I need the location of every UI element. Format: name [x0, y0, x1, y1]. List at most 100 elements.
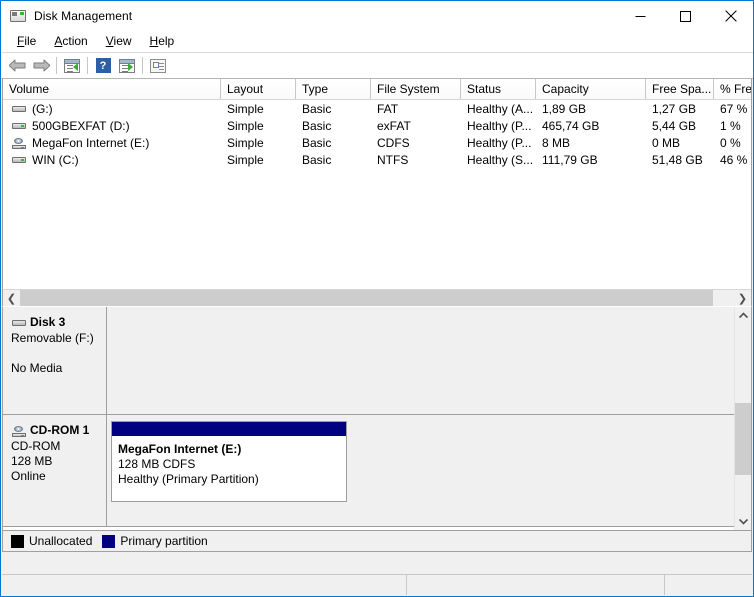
- forward-arrow-icon[interactable]: [29, 55, 53, 77]
- show-hide-action-pane-icon[interactable]: [115, 55, 139, 77]
- drive-icon: [11, 317, 27, 329]
- disk-title: Disk 3: [30, 315, 66, 329]
- volume-cell-percent_free: 67 %: [720, 101, 748, 116]
- partition-box[interactable]: MegaFon Internet (E:) 128 MB CDFS Healthy …: [111, 421, 347, 502]
- disk-management-window: Disk Management File Action View Help ? …: [0, 0, 754, 597]
- volume-cell-layout: Simple: [227, 135, 264, 150]
- partition-info: MegaFon Internet (E:) 128 MB CDFS Healthy …: [112, 436, 346, 501]
- volume-cell-capacity: 465,74 GB: [542, 118, 600, 133]
- menu-bar: File Action View Help: [1, 31, 753, 53]
- scroll-right-button[interactable]: ❯: [734, 290, 751, 306]
- disk-drive-icon: [10, 8, 26, 24]
- volume-cell-type: Basic: [302, 152, 332, 167]
- disk-partition-area: [107, 307, 734, 414]
- menu-action[interactable]: Action: [45, 32, 96, 51]
- disk-row[interactable]: CD-ROM 1 CD-ROM 128 MB Online MegaFon Intern…: [3, 415, 734, 527]
- toolbar-separator: [56, 57, 57, 74]
- disk-title-row: Disk 3: [11, 315, 106, 330]
- status-cell: [2, 575, 407, 595]
- volume-cell-file_system: FAT: [377, 101, 399, 116]
- column-header-status[interactable]: Status: [461, 79, 536, 99]
- horizontal-scrollbar[interactable]: ❮ ❯: [3, 289, 751, 306]
- volume-cell-free_space: 5,44 GB: [652, 118, 697, 133]
- partition-name: MegaFon Internet (E:): [118, 442, 242, 456]
- volume-row[interactable]: 500GBEXFAT (D:) Simple Basic exFAT Healthy (…: [3, 117, 751, 134]
- legend-item: Unallocated: [11, 534, 92, 548]
- close-button[interactable]: [708, 1, 753, 31]
- disk-line2: Removable (F:): [11, 331, 94, 345]
- menu-file-label: ile: [24, 34, 37, 48]
- volume-cell-status: Healthy (P...: [467, 118, 532, 133]
- legend-bar: Unallocated Primary partition: [2, 530, 752, 552]
- disk-partition-area: MegaFon Internet (E:) 128 MB CDFS Healthy …: [107, 415, 734, 526]
- cdrom-icon: [11, 425, 27, 437]
- scroll-down-button[interactable]: [735, 513, 751, 530]
- legend-label: Unallocated: [29, 534, 93, 548]
- volume-label: (G:): [32, 101, 53, 116]
- volume-cell-layout: Simple: [227, 118, 264, 133]
- help-icon[interactable]: ?: [91, 55, 115, 77]
- drive-icon: [11, 103, 27, 115]
- volume-list-pane: Volume Layout Type File System Status Capacit…: [2, 79, 752, 306]
- drive-online-icon: [11, 120, 27, 132]
- volume-label: 500GBEXFAT (D:): [32, 118, 130, 133]
- disk-header[interactable]: CD-ROM 1 CD-ROM 128 MB Online: [3, 415, 107, 526]
- disk-row[interactable]: Disk 3 Removable (F:) No Media: [3, 307, 734, 415]
- volume-cell-type: Basic: [302, 101, 332, 116]
- volume-row[interactable]: MegaFon Internet (E:) Simple Basic CDFS Heal…: [3, 134, 751, 151]
- column-header-layout[interactable]: Layout: [221, 79, 296, 99]
- volume-cell-capacity: 1,89 GB: [542, 101, 587, 116]
- column-header-file_system[interactable]: File System: [371, 79, 461, 99]
- volume-cell-status: Healthy (S...: [467, 152, 534, 167]
- volume-cell-type: Basic: [302, 135, 332, 150]
- volume-cell-percent_free: 1 %: [720, 118, 741, 133]
- vertical-scrollbar[interactable]: [734, 307, 751, 530]
- disk-title: CD-ROM 1: [30, 423, 90, 437]
- volume-cell-free_space: 51,48 GB: [652, 152, 703, 167]
- volume-cell-type: Basic: [302, 118, 332, 133]
- maximize-button[interactable]: [663, 1, 708, 31]
- legend-item: Primary partition: [102, 534, 208, 548]
- vscroll-thumb[interactable]: [735, 403, 751, 475]
- menu-help[interactable]: Help: [141, 32, 184, 51]
- volume-cell-capacity: 8 MB: [542, 135, 571, 150]
- help-glyph: ?: [95, 58, 111, 73]
- show-hide-console-tree-icon[interactable]: [60, 55, 84, 77]
- hscroll-thumb[interactable]: [20, 290, 713, 306]
- disk-line4: No Media: [11, 361, 63, 375]
- partition-color-bar: [112, 422, 346, 436]
- scroll-left-button[interactable]: ❮: [3, 290, 20, 306]
- volume-cell-name: WIN (C:): [3, 153, 221, 167]
- volume-row[interactable]: WIN (C:) Simple Basic NTFS Healthy (S... 111,…: [3, 151, 751, 168]
- menu-file[interactable]: File: [8, 32, 45, 51]
- column-header-type[interactable]: Type: [296, 79, 371, 99]
- volume-cell-name: 500GBEXFAT (D:): [3, 119, 221, 133]
- disk-line4: Online: [11, 469, 46, 483]
- drive-online-icon: [11, 154, 27, 166]
- volume-label: MegaFon Internet (E:): [32, 135, 150, 150]
- disk-header[interactable]: Disk 3 Removable (F:) No Media: [3, 307, 107, 414]
- volume-cell-free_space: 0 MB: [652, 135, 681, 150]
- legend-label: Primary partition: [120, 534, 208, 548]
- graphical-view-pane: Disk 3 Removable (F:) No Media CD-ROM 1 CD-…: [2, 306, 752, 530]
- menu-view[interactable]: View: [97, 32, 141, 51]
- window-controls: [618, 1, 753, 31]
- scroll-up-button[interactable]: [735, 307, 751, 324]
- column-header-percent_free[interactable]: % Free: [714, 79, 751, 99]
- column-header-volume[interactable]: Volume: [3, 79, 221, 99]
- window-title: Disk Management: [34, 9, 133, 23]
- properties-icon[interactable]: [146, 55, 170, 77]
- column-header-capacity[interactable]: Capacity: [536, 79, 646, 99]
- toolbar: ?: [1, 53, 753, 79]
- volume-list-header: Volume Layout Type File System Status Capacit…: [3, 79, 751, 100]
- partition-status: Healthy (Primary Partition): [118, 472, 259, 486]
- disk-graph-area: Disk 3 Removable (F:) No Media CD-ROM 1 CD-…: [3, 307, 734, 530]
- volume-cell-free_space: 1,27 GB: [652, 101, 697, 116]
- back-arrow-icon[interactable]: [5, 55, 29, 77]
- column-header-free_space[interactable]: Free Spa...: [646, 79, 714, 99]
- volume-cell-layout: Simple: [227, 152, 264, 167]
- volume-cell-name: MegaFon Internet (E:): [3, 136, 221, 150]
- hscroll-track[interactable]: [20, 290, 734, 306]
- volume-row[interactable]: (G:) Simple Basic FAT Healthy (A... 1,89 GB 1,…: [3, 100, 751, 117]
- minimize-button[interactable]: [618, 1, 663, 31]
